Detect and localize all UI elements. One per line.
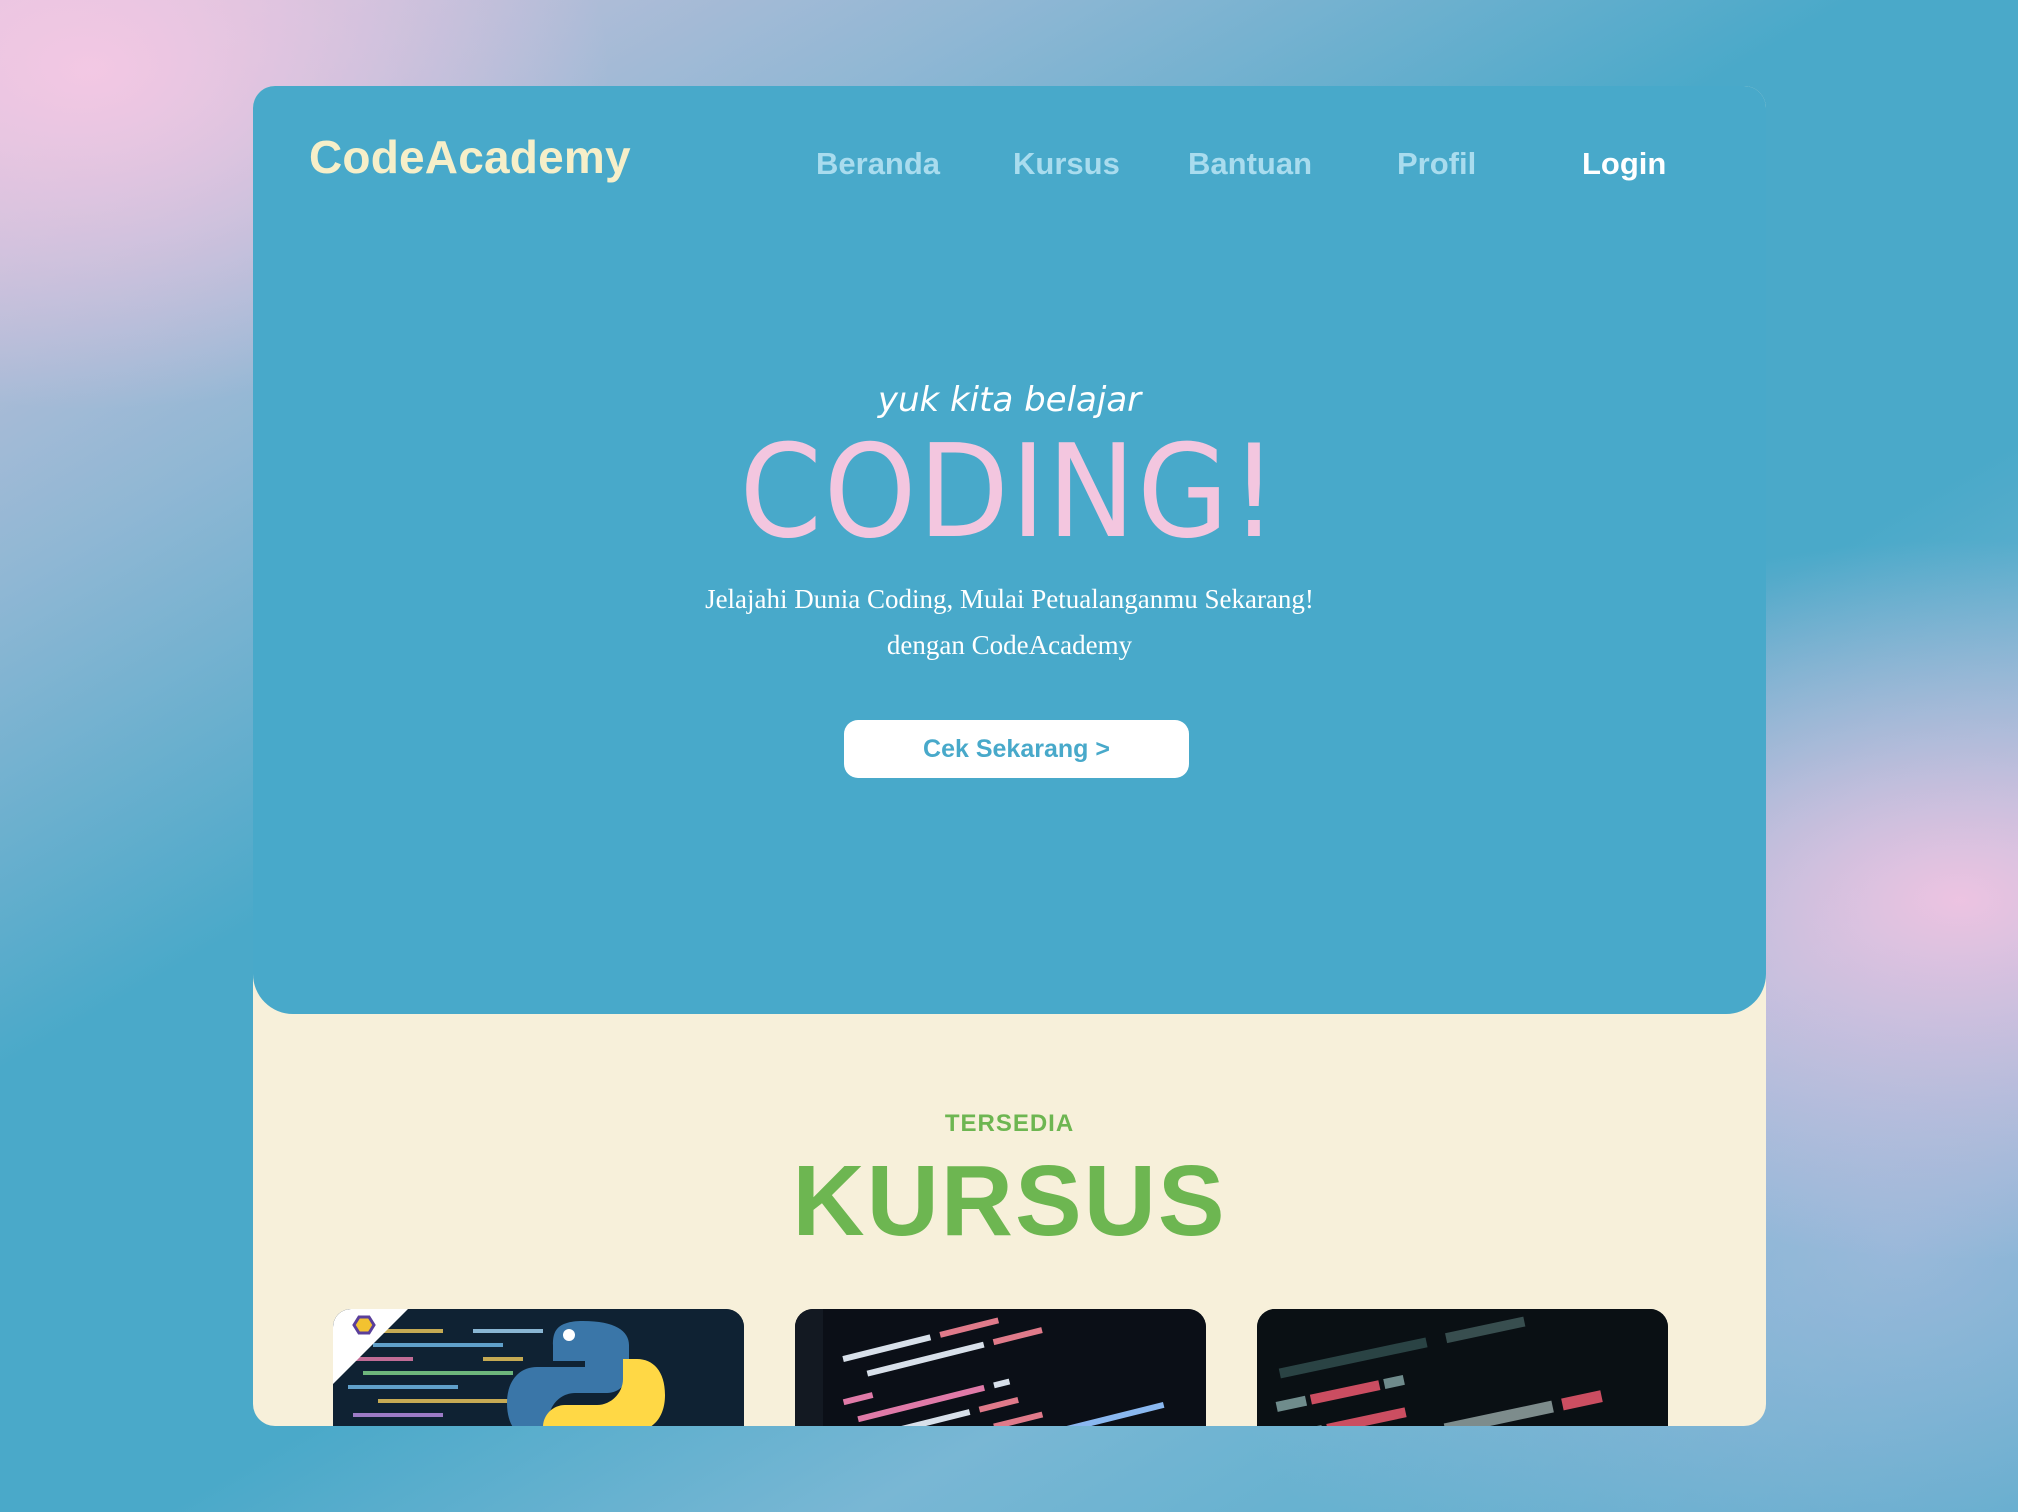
hero-headline: CODING! [739,418,1280,567]
hero-section: CodeAcademy Beranda Kursus Bantuan Profi… [253,86,1766,1014]
nav-login-link[interactable]: Login [1582,146,1666,182]
courses-kicker: TERSEDIA [944,1110,1075,1137]
nav-item-beranda[interactable]: Beranda [816,146,940,182]
hero-subtitle-line-2: dengan CodeAcademy [886,630,1133,660]
nav-item-kursus[interactable]: Kursus [1013,146,1120,182]
hero-kicker: yuk kita belajar [877,380,1142,420]
page-frame: CodeAcademy Beranda Kursus Bantuan Profi… [253,86,1766,1426]
python-course-image [333,1309,744,1426]
hero-subtitle: Jelajahi Dunia Coding, Mulai Petualangan… [253,576,1766,668]
hero-subtitle-line-1: Jelajahi Dunia Coding, Mulai Petualangan… [705,584,1314,614]
main-nav: Beranda Kursus Bantuan Profil Login [253,146,1766,196]
course-card-css[interactable] [795,1309,1206,1426]
course-card-python[interactable] [333,1309,744,1426]
nav-item-bantuan[interactable]: Bantuan [1188,146,1312,182]
css-course-image [795,1309,1206,1426]
cek-sekarang-button[interactable]: Cek Sekarang > [844,720,1189,778]
courses-title: KURSUS [792,1145,1227,1257]
course-card-html[interactable] [1257,1309,1668,1426]
html-course-image [1257,1309,1668,1426]
nav-item-profil[interactable]: Profil [1397,146,1476,182]
